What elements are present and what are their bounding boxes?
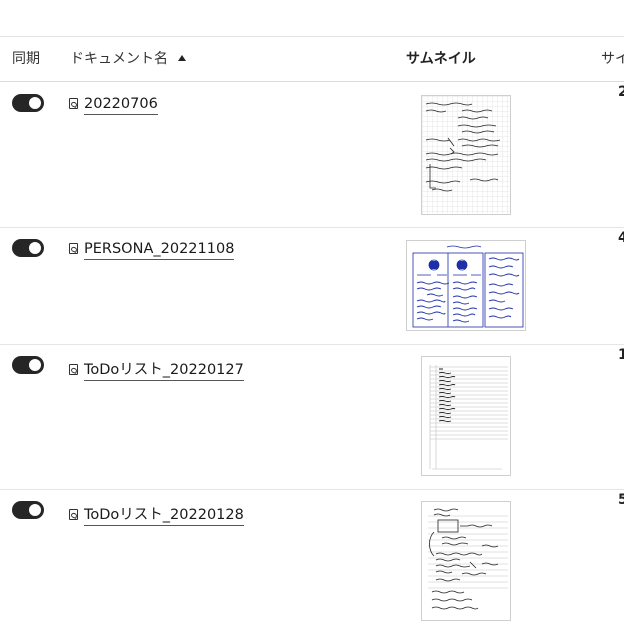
- document-name: ToDoリスト_20220127: [84, 362, 244, 381]
- document-name: PERSONA_20221108: [84, 241, 235, 260]
- table-header: 同期 ドキュメント名 サムネイル サイ: [0, 36, 624, 82]
- toggle-knob: [29, 504, 41, 516]
- table-row: 20220706 2: [0, 82, 624, 228]
- thumbnail-handwritten-grid-notes: [422, 96, 510, 214]
- size-value: 5: [618, 492, 624, 508]
- toggle-knob: [29, 97, 41, 109]
- document-name: ToDoリスト_20220128: [84, 507, 244, 526]
- thumbnail-todo-list: [429, 365, 508, 470]
- sync-toggle[interactable]: [12, 501, 44, 519]
- column-header-document-name-label: ドキュメント名: [70, 51, 168, 67]
- document-table: 同期 ドキュメント名 サムネイル サイ 20220706 2 PERSONA_2…: [0, 0, 624, 631]
- table-row: ToDoリスト_20220127 1: [0, 345, 624, 490]
- table-row: PERSONA_20221108 4: [0, 228, 624, 345]
- document-link[interactable]: 20220706: [69, 96, 158, 118]
- document-link[interactable]: ToDoリスト_20220128: [69, 503, 244, 526]
- thumbnail-persona-sheet: [409, 243, 525, 330]
- document-thumbnail[interactable]: [421, 356, 511, 476]
- pdf-file-icon: [69, 243, 78, 254]
- size-value: 2: [618, 84, 624, 100]
- table-row: ToDoリスト_20220128 5: [0, 490, 624, 631]
- document-thumbnail[interactable]: [421, 95, 511, 215]
- document-name: 20220706: [84, 96, 158, 115]
- sort-ascending-icon: [178, 55, 186, 61]
- document-link[interactable]: ToDoリスト_20220127: [69, 358, 244, 381]
- column-header-document-name[interactable]: ドキュメント名: [70, 37, 186, 82]
- column-header-sync[interactable]: 同期: [12, 37, 40, 82]
- sync-toggle[interactable]: [12, 239, 44, 257]
- pdf-file-icon: [69, 509, 78, 520]
- document-thumbnail[interactable]: [406, 240, 526, 331]
- size-value: 1: [618, 347, 624, 363]
- sync-toggle[interactable]: [12, 356, 44, 374]
- toggle-knob: [29, 359, 41, 371]
- pdf-file-icon: [69, 98, 78, 109]
- thumbnail-todo-list-sketch: [428, 508, 508, 610]
- column-header-size[interactable]: サイ: [601, 37, 624, 82]
- size-value: 4: [618, 230, 624, 246]
- sync-toggle[interactable]: [12, 94, 44, 112]
- toggle-knob: [29, 242, 41, 254]
- document-link[interactable]: PERSONA_20221108: [69, 241, 235, 263]
- pdf-file-icon: [69, 364, 78, 375]
- document-thumbnail[interactable]: [421, 501, 511, 621]
- column-header-thumbnail[interactable]: サムネイル: [406, 37, 476, 82]
